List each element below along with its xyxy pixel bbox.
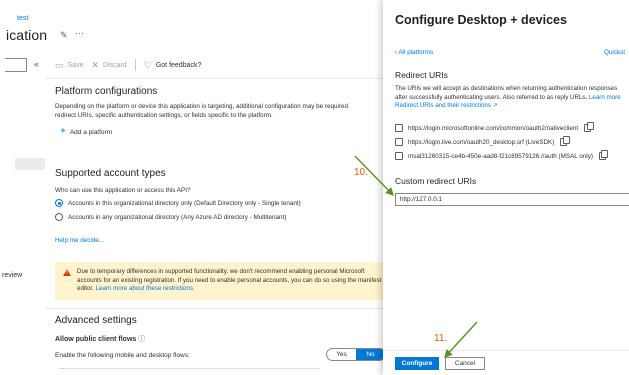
redirect-restrictions-link[interactable]: Redirect URIs and their restrictions: [395, 102, 491, 109]
sidebar-placeholder: [15, 158, 45, 170]
warning-icon: !: [63, 269, 71, 276]
help-me-decide-link[interactable]: Help me decide...: [55, 236, 104, 245]
allow-public-client-label: Allow public client flows ⓘ: [55, 334, 145, 344]
panel-title: Configure Desktop + devices: [395, 13, 567, 27]
redirect-desc-line3: Redirect URIs and their restrictions ↗: [395, 102, 629, 111]
collapse-icon[interactable]: «: [34, 59, 39, 69]
redirect-desc-line2: after successfully authenticating users.…: [395, 94, 629, 103]
warning-line3: editor. Learn more about these restricti…: [77, 285, 377, 294]
step-10-label: 10.: [354, 167, 368, 178]
configure-button[interactable]: Configure: [395, 357, 439, 370]
platform-description-line2: redirect URIs, specific authentication s…: [55, 112, 273, 119]
panel-footer-divider: [383, 350, 629, 351]
info-icon[interactable]: ⓘ: [138, 336, 145, 343]
save-label: Save: [67, 61, 84, 69]
redirect-uris-description: The URIs we will accept as destinations …: [395, 85, 629, 111]
radio-button-selected[interactable]: [55, 199, 63, 207]
warning-line1: Due to temporary differences in supporte…: [77, 268, 365, 275]
toolbar-divider: [134, 59, 136, 71]
warning-line2: accounts for an existing registration. I…: [77, 276, 382, 284]
uri-label: https://login.live.com/oauth20_desktop.s…: [408, 138, 555, 146]
breadcrumb[interactable]: test: [17, 15, 28, 22]
copy-icon[interactable]: [584, 122, 594, 132]
toolbar-divider-line: [45, 78, 385, 79]
copy-icon[interactable]: [598, 150, 609, 160]
account-types-title: Supported account types: [55, 168, 166, 179]
restrictions-link[interactable]: Learn more about these restrictions.: [96, 285, 195, 292]
radio-single-tenant[interactable]: Accounts in this organizational director…: [55, 199, 301, 207]
search-input[interactable]: [5, 58, 27, 72]
add-platform-label: Add a platform: [69, 129, 113, 136]
uri-label: msal31260315-ce4b-450e-aad8-f21c89579126…: [408, 152, 593, 160]
custom-redirect-field[interactable]: [400, 196, 629, 203]
external-link-icon: ↗: [490, 102, 498, 109]
plus-icon: +: [60, 126, 66, 137]
sidebar-item-preview[interactable]: review: [2, 272, 22, 279]
platform-description-line1: Depending on the platform or device this…: [55, 103, 348, 110]
all-platforms-label: All platforms: [398, 49, 434, 56]
save-button[interactable]: ▭ Save: [55, 60, 83, 71]
add-platform-button[interactable]: + Add a platform: [60, 126, 113, 137]
all-platforms-link[interactable]: ‹ All platforms: [395, 49, 433, 56]
radio-single-tenant-label: Accounts in this organizational director…: [68, 199, 301, 207]
feedback-label: Got feedback?: [155, 61, 202, 69]
page-title: ication: [6, 27, 48, 43]
radio-button[interactable]: [55, 213, 63, 221]
configure-panel: Configure Desktop + devices ‹ All platfo…: [383, 0, 629, 375]
uri-option-livesdk[interactable]: https://login.live.com/oauth20_desktop.s…: [395, 136, 570, 146]
toggle-no[interactable]: No: [356, 349, 385, 360]
advanced-settings-title: Advanced settings: [55, 315, 137, 326]
radio-multi-tenant-label: Accounts in any organizational directory…: [68, 213, 287, 221]
pin-icon[interactable]: ✎: [60, 30, 68, 41]
warning-text: Due to temporary differences in supporte…: [77, 268, 382, 294]
redirect-desc-line1: The URIs we will accept as destinations …: [395, 85, 618, 92]
cut-off-content: [60, 368, 320, 371]
uri-option-msal[interactable]: msal31260315-ce4b-450e-aad8-f21c89579126…: [395, 150, 609, 160]
redirect-desc-line2-text: after successfully authenticating users.…: [395, 93, 589, 101]
checkbox[interactable]: [395, 152, 403, 160]
platform-description: Depending on the platform or device this…: [55, 102, 348, 120]
discard-button[interactable]: ✕ Discard: [91, 60, 126, 71]
learn-more-link[interactable]: Learn more: [589, 94, 621, 101]
cancel-button[interactable]: Cancel: [445, 357, 485, 370]
command-bar: ▭ Save ✕ Discard ♡ Got feedback?: [55, 58, 209, 72]
heart-icon: ♡: [143, 59, 152, 70]
quickstart-link[interactable]: Quickst: [604, 49, 625, 56]
radio-multi-tenant[interactable]: Accounts in any organizational directory…: [55, 213, 286, 221]
uri-label: https://login.microsoftonline.com/common…: [408, 124, 579, 132]
step-11-label: 11.: [434, 333, 448, 344]
save-icon: ▭: [55, 59, 64, 70]
section-divider: [45, 308, 385, 309]
feedback-button[interactable]: ♡ Got feedback?: [144, 60, 202, 71]
discard-label: Discard: [103, 61, 127, 69]
copy-icon[interactable]: [560, 136, 570, 146]
account-types-question: Who can use this application or access t…: [55, 187, 191, 194]
public-client-toggle[interactable]: Yes No: [326, 348, 386, 361]
checkbox[interactable]: [395, 138, 403, 146]
enable-flows-label: Enable the following mobile and desktop …: [55, 352, 190, 359]
warning-banner: ! Due to temporary differences in suppor…: [55, 262, 385, 300]
allow-public-client-text: Allow public client flows: [55, 336, 137, 343]
platform-section-title: Platform configurations: [55, 86, 158, 97]
uri-option-nativeclient[interactable]: https://login.microsoftonline.com/common…: [395, 122, 594, 132]
checkbox[interactable]: [395, 124, 403, 132]
warning-line3-text: editor.: [77, 285, 96, 292]
redirect-uris-title: Redirect URIs: [395, 70, 448, 80]
discard-icon: ✕: [91, 59, 100, 70]
more-options-icon[interactable]: ···: [75, 28, 84, 38]
custom-redirect-input[interactable]: [395, 193, 629, 206]
toggle-yes[interactable]: Yes: [327, 349, 356, 360]
custom-redirect-title: Custom redirect URIs: [395, 176, 477, 186]
